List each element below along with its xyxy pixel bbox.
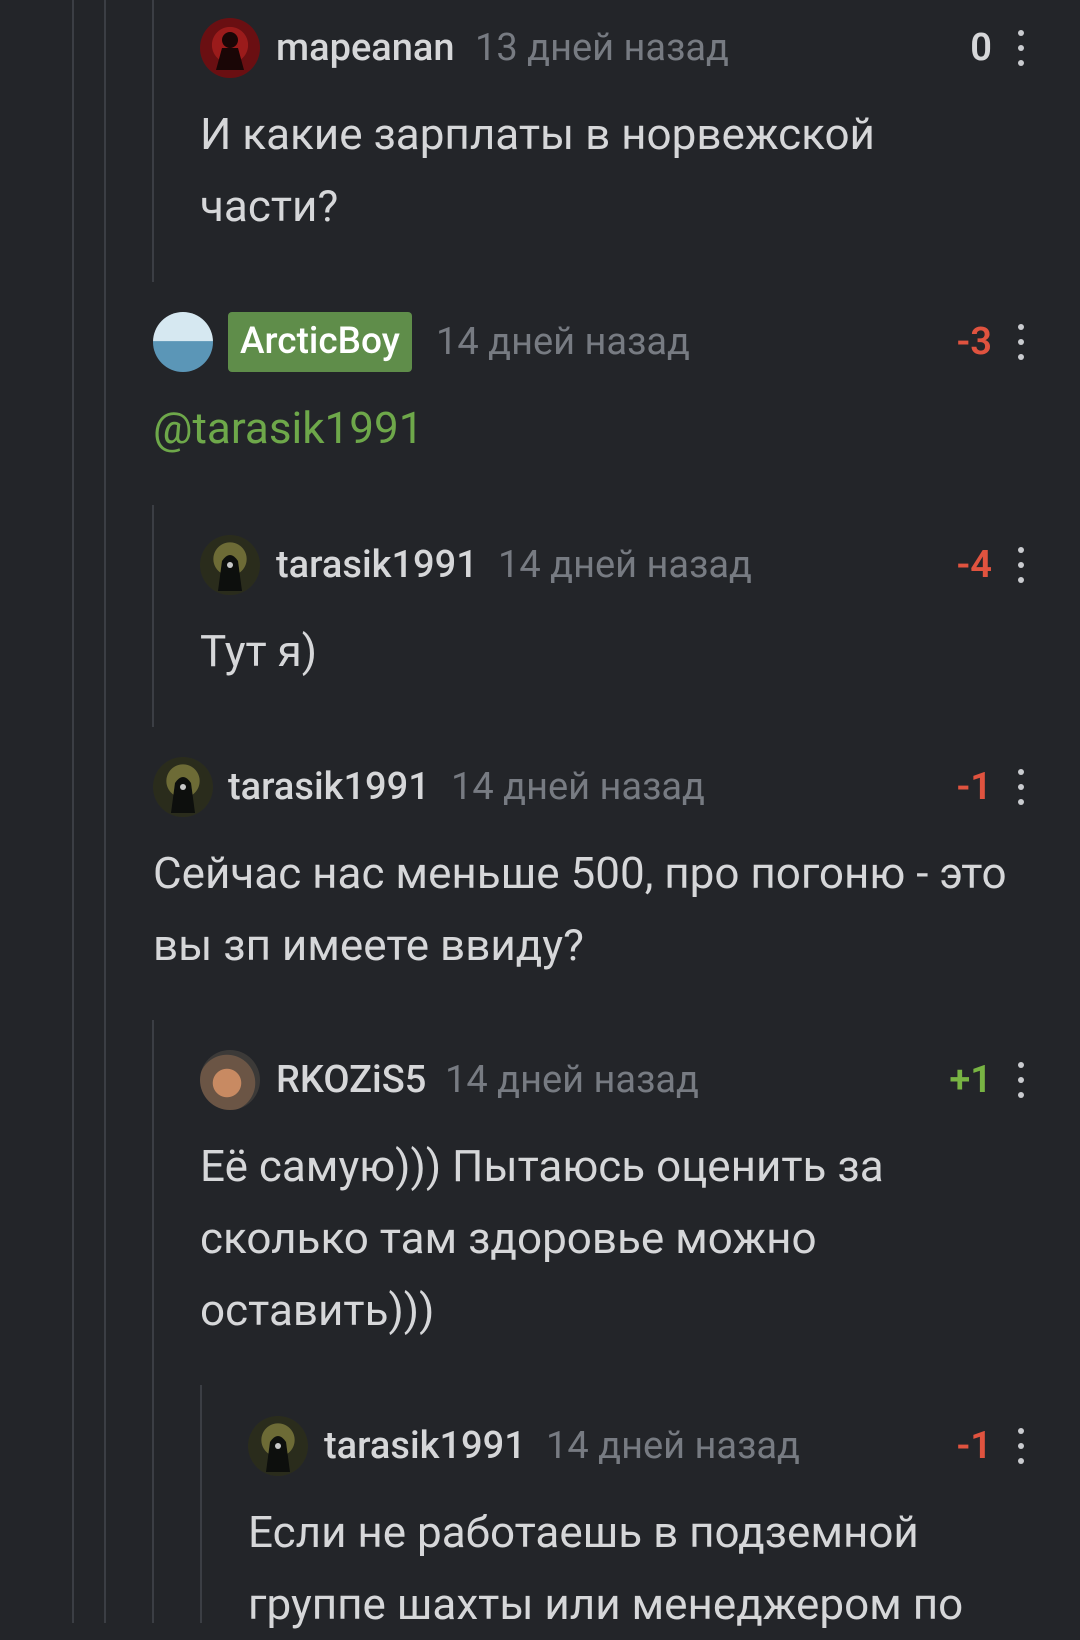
thread-line-reply xyxy=(152,1020,154,1623)
comment-text: Если не работаешь в подземной группе шах… xyxy=(248,1506,964,1630)
mention-link[interactable]: @tarasik1991 xyxy=(153,392,1080,464)
comment-score: -3 xyxy=(956,320,992,364)
comment-score: +1 xyxy=(949,1058,992,1102)
comment: tarasik1991 14 дней назад -4 Тут я) xyxy=(200,535,1080,687)
comment-score: -1 xyxy=(956,765,992,809)
comment-score: 0 xyxy=(970,26,992,70)
comment: tarasik1991 14 дней назад -1 Сейчас нас … xyxy=(153,757,1080,981)
comment-author[interactable]: RKOZiS5 xyxy=(276,1056,426,1104)
comment-text: И какие зарплаты в норвежской части? xyxy=(200,108,875,232)
user-avatar-icon[interactable] xyxy=(200,18,260,78)
more-menu-icon[interactable] xyxy=(1014,324,1028,360)
comment: ArcticBoy 14 дней назад -3 @tarasik1991 xyxy=(153,312,1080,464)
user-avatar-icon[interactable] xyxy=(153,312,213,372)
thread-line-level-0 xyxy=(72,0,74,1623)
thread-line-reply xyxy=(152,505,154,727)
comment-score: -4 xyxy=(956,543,992,587)
more-menu-icon[interactable] xyxy=(1014,769,1028,805)
comment: tarasik1991 14 дней назад -1 Если не раб… xyxy=(248,1416,1080,1640)
thread-line-reply xyxy=(200,1385,202,1623)
comment-author[interactable]: mapeanan xyxy=(276,24,455,72)
comment-author[interactable]: tarasik1991 xyxy=(324,1422,526,1470)
comment-time[interactable]: 14 дней назад xyxy=(445,1056,699,1104)
comment-score: -1 xyxy=(956,1424,992,1468)
comment-time[interactable]: 13 дней назад xyxy=(475,24,729,72)
author-badge[interactable]: ArcticBoy xyxy=(228,312,412,372)
comment-author[interactable]: tarasik1991 xyxy=(228,763,430,811)
user-avatar-icon[interactable] xyxy=(153,757,213,817)
more-menu-icon[interactable] xyxy=(1014,1428,1028,1464)
thread-line-reply xyxy=(152,0,154,282)
comment-text: Её самую))) Пытаюсь оценить за сколько т… xyxy=(200,1140,884,1336)
comment: mapeanan 13 дней назад 0 И какие зарплат… xyxy=(200,18,1080,242)
comment-text: Сейчас нас меньше 500, про погоню - это … xyxy=(153,847,1007,971)
more-menu-icon[interactable] xyxy=(1014,30,1028,66)
comment: RKOZiS5 14 дней назад +1 Её самую))) Пыт… xyxy=(200,1050,1080,1346)
user-avatar-icon[interactable] xyxy=(200,1050,260,1110)
more-menu-icon[interactable] xyxy=(1014,547,1028,583)
more-menu-icon[interactable] xyxy=(1014,1062,1028,1098)
comment-time[interactable]: 14 дней назад xyxy=(436,318,690,366)
user-avatar-icon[interactable] xyxy=(248,1416,308,1476)
comment-text: Тут я) xyxy=(200,625,318,677)
comment-author[interactable]: tarasik1991 xyxy=(276,541,478,589)
thread-line-level-1 xyxy=(104,0,106,1623)
comment-time[interactable]: 14 дней назад xyxy=(451,763,705,811)
user-avatar-icon[interactable] xyxy=(200,535,260,595)
comment-time[interactable]: 14 дней назад xyxy=(498,541,752,589)
comment-time[interactable]: 14 дней назад xyxy=(546,1422,800,1470)
